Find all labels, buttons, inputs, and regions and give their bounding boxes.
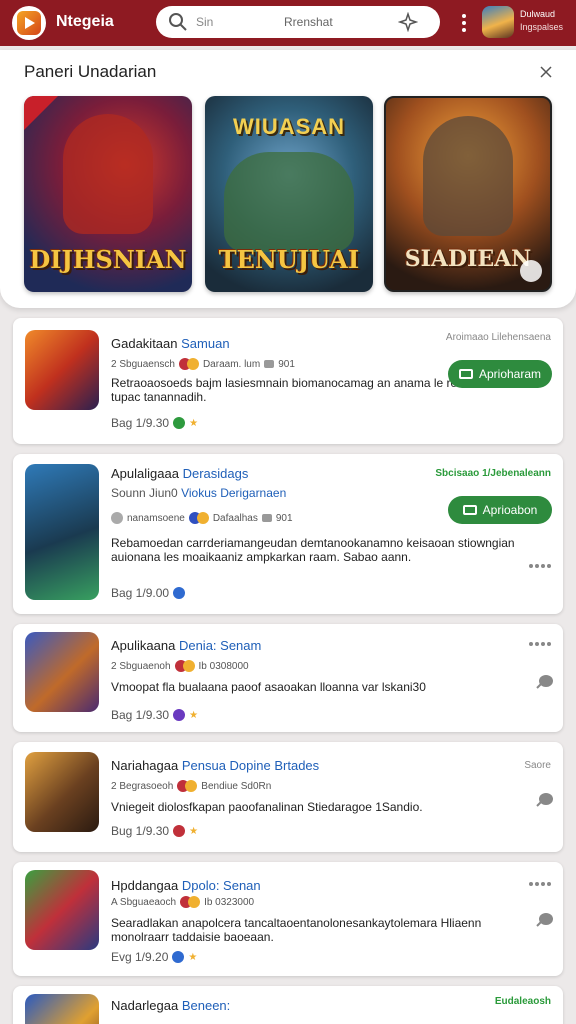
verified-icon [173, 709, 186, 721]
app-card[interactable]: Apulikaana Denia: Senam 2 Sbguaenoh Ib 0… [13, 624, 563, 732]
featured-title: Paneri Unadarian [24, 62, 157, 81]
app-rating: Bag 1/9.00 [111, 586, 186, 600]
app-rating: Bag 1/9.30 ★ [111, 708, 199, 722]
more-horizontal-icon[interactable] [527, 640, 551, 648]
comment-icon[interactable] [535, 674, 553, 690]
verified-icon [173, 417, 186, 429]
close-icon[interactable] [538, 64, 554, 80]
app-rating: Bag 1/9.30 ★ [111, 416, 199, 430]
corner-badge [24, 96, 58, 130]
badge-yellow-icon [196, 512, 209, 524]
app-category: Saore [524, 760, 551, 771]
badge-yellow-icon [185, 780, 198, 792]
hero-art [423, 116, 513, 236]
hero-art [63, 114, 153, 234]
app-meta: 2 Sbguaensch Daraam. lum 901 [111, 358, 295, 370]
app-icon [25, 994, 99, 1024]
app-rating: Evg 1/9.20 ★ [111, 950, 198, 964]
search-icon [169, 13, 187, 31]
app-title: Gadakitaan Samuan [111, 336, 230, 351]
app-subtitle: Sounn Jiun0 Viokus Derigarnaen [111, 486, 287, 500]
app-meta: 2 Sbguaenoh Ib 0308000 [111, 660, 249, 672]
featured-game-name: DIJHSNIAN [29, 245, 187, 274]
app-card[interactable]: Nadarlegaa Beneen: Eudaleaosh [13, 986, 563, 1024]
badge-yellow-icon [188, 896, 201, 908]
verified-icon [172, 951, 185, 963]
avatar[interactable] [482, 6, 514, 38]
install-icon [462, 505, 477, 515]
app-meta: A Sbguaeaoch Ib 0323000 [111, 896, 255, 908]
badge-yellow-icon [182, 660, 195, 672]
comment-icon[interactable] [535, 792, 553, 808]
app-card[interactable]: Apulaligaaa Derasidags Sounn Jiun0 Vioku… [13, 454, 563, 614]
user-name: Dulwaud [520, 9, 556, 19]
app-card[interactable]: Nariahagaa Pensua Dopine Brtades 2 Begra… [13, 742, 563, 852]
install-button[interactable]: Aprioharam [448, 360, 552, 388]
app-title: Apulaligaaa Derasidags [111, 466, 249, 481]
user-icon [111, 512, 123, 524]
top-bar: Ntegeia Sin Rrenshat Dulwaud Ingspalses [0, 0, 576, 46]
app-category: Sbcisaao 1/Jebenaleann [435, 468, 551, 479]
app-card[interactable]: Hpddangaa Dpolo: Senan A Sbguaeaoch Ib 0… [13, 862, 563, 976]
app-icon [25, 330, 99, 410]
app-icon [25, 870, 99, 950]
app-description: Vniegeit diolosfkapan paoofanalinan Stie… [111, 800, 423, 814]
app-category: Aroimaao Lilehensaena [445, 332, 551, 343]
search-bar[interactable]: Sin Rrenshat [156, 6, 440, 38]
app-icon [25, 464, 99, 600]
app-icon [25, 752, 99, 832]
install-icon [458, 369, 473, 379]
chat-count-icon [264, 360, 275, 368]
app-category: Eudaleaosh [494, 996, 551, 1007]
app-title: Nariahagaa Pensua Dopine Brtades [111, 758, 320, 773]
play-logo-icon [17, 11, 41, 35]
app-description: Vmoopat fla bualaana paoof asaoakan lloa… [111, 680, 426, 694]
star-icon: ★ [188, 951, 198, 963]
star-icon: ★ [189, 417, 199, 429]
badge-yellow-icon [186, 358, 199, 370]
app-rating: Bug 1/9.30 ★ [111, 824, 199, 838]
verified-icon [173, 587, 186, 599]
app-title: Nadarlegaa Beneen: [111, 998, 231, 1013]
badge-icon [173, 825, 186, 837]
app-icon [25, 632, 99, 712]
search-hint: Rrenshat [284, 15, 333, 29]
search-input[interactable]: Sin [196, 15, 213, 29]
share-icon[interactable] [520, 260, 542, 282]
more-horizontal-icon[interactable] [527, 562, 551, 570]
install-button[interactable]: Aprioabon [448, 496, 552, 524]
hero-art [224, 152, 354, 252]
more-horizontal-icon[interactable] [527, 880, 551, 888]
app-card[interactable]: Gadakitaan Samuan 2 Sbguaensch Daraam. l… [13, 318, 563, 444]
app-description: Searadlakan anapolcera tancaltaoentanolo… [111, 916, 482, 944]
chat-count-icon [261, 514, 272, 522]
app-description: Rebamoedan carrderiamangeudan demtanooka… [111, 536, 515, 564]
featured-card-2[interactable]: WIUASAN TENUJUAI [205, 96, 373, 292]
featured-panel: Paneri Unadarian DIJHSNIAN WIUASAN TENUJ… [0, 50, 576, 308]
brand-name: Ntegeia [56, 13, 114, 30]
more-vertical-icon[interactable] [458, 12, 470, 34]
featured-game-name: TENUJUAI [218, 245, 360, 274]
app-title: Hpddangaa Dpolo: Senan [111, 878, 261, 893]
sparkle-icon[interactable] [398, 12, 418, 32]
star-icon: ★ [189, 709, 199, 721]
app-title: Apulikaana Denia: Senam [111, 638, 262, 653]
user-subtitle: Ingspalses [520, 22, 564, 32]
app-meta: nanamsoene Dafaalhas 901 [111, 512, 293, 524]
star-icon: ★ [189, 825, 199, 837]
app-meta: 2 Begrasoeoh Bendiue Sd0Rn [111, 780, 272, 792]
featured-game-subtitle: WIUASAN [232, 114, 346, 139]
app-logo[interactable] [12, 6, 46, 40]
comment-icon[interactable] [535, 912, 553, 928]
featured-card-3[interactable]: SIADIEAN [384, 96, 552, 292]
featured-card-1[interactable]: DIJHSNIAN [24, 96, 192, 292]
